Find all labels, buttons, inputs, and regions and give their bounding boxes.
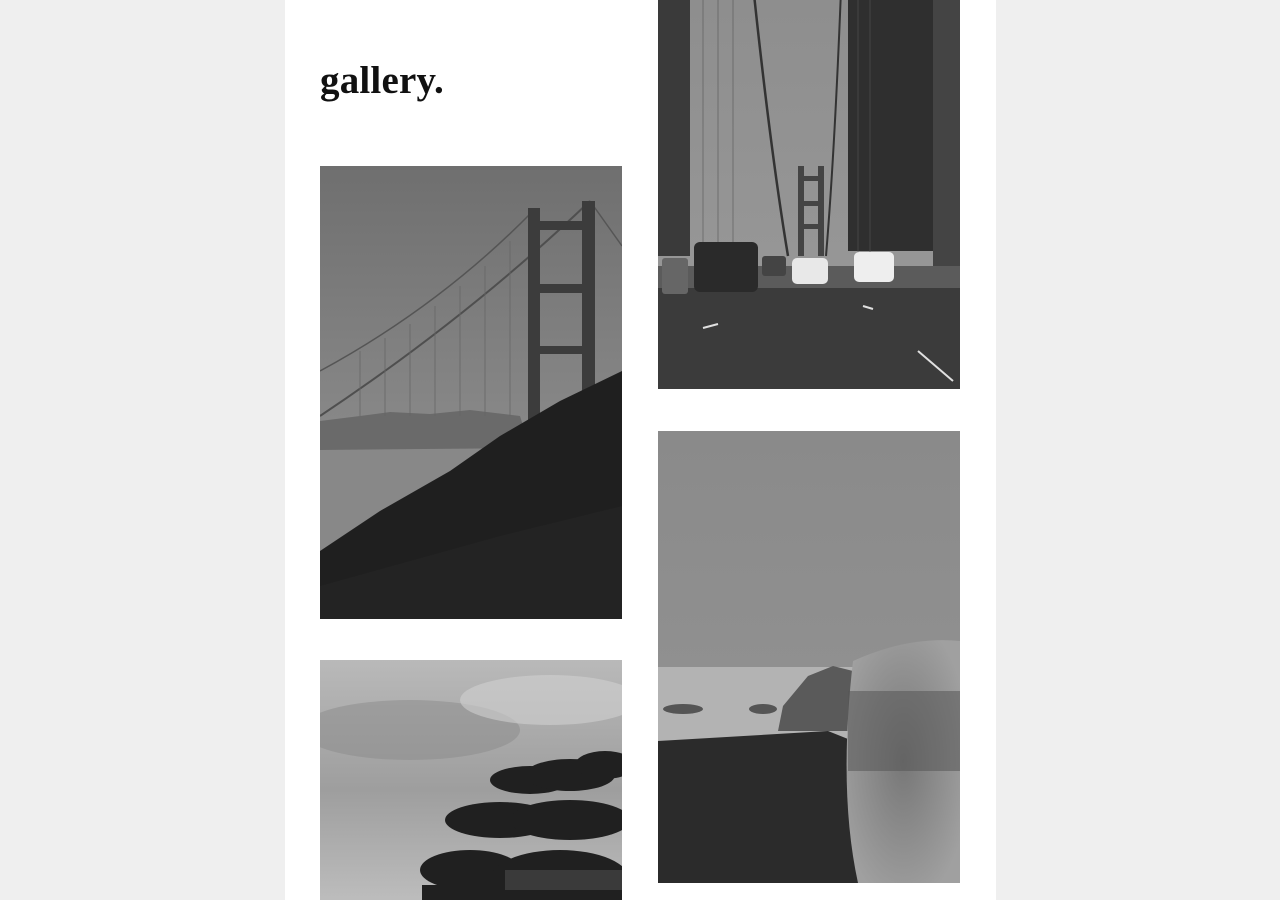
- gallery-photo-bridge-roadway[interactable]: [658, 0, 960, 389]
- cypress-trees-image: [320, 660, 622, 900]
- page-title: gallery.: [320, 59, 444, 102]
- bridge-headlands-image: [320, 166, 622, 619]
- gallery-page: gallery.: [285, 0, 996, 900]
- gallery-photo-bridge-headlands[interactable]: [320, 166, 622, 619]
- gallery-photo-cypress-trees[interactable]: [320, 660, 622, 900]
- bridge-roadway-image: [658, 0, 960, 389]
- coastal-cliffs-image: [658, 431, 960, 883]
- gallery-photo-coastal-cliffs[interactable]: [658, 431, 960, 883]
